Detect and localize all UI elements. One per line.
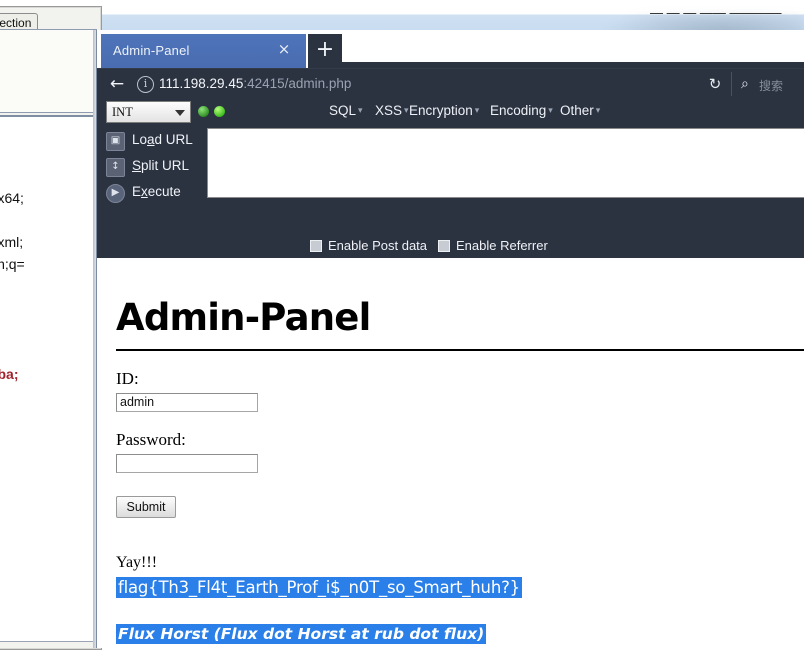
chevron-down-icon: ▾ — [404, 105, 409, 115]
bg-line: ncoded — [0, 297, 96, 319]
hackbar-menu-xss[interactable]: XSS ▾ — [375, 103, 409, 118]
chevron-down-icon: ▾ — [358, 105, 363, 115]
background-window-request-view[interactable]: Win64; x64; lication/xml; q=0.5,en;q= nc… — [0, 115, 97, 642]
checkbox-box[interactable] — [438, 240, 450, 252]
browser-tab-title: Admin-Panel — [113, 43, 190, 58]
password-input[interactable] — [116, 453, 258, 473]
hackbar-type-select-value: INT — [112, 105, 133, 119]
enable-post-data-label: Enable Post data — [328, 238, 428, 253]
hackbar-url-textarea[interactable] — [207, 128, 804, 198]
bg-line: Win64; x64; — [0, 190, 24, 206]
hackbar-checkbox-row: Enable Post data Enable Referrer — [97, 236, 804, 258]
background-window-panel — [0, 29, 97, 113]
background-window[interactable]: low redirection Win64; x64; lication/xml… — [0, 6, 102, 650]
page-title: Admin-Panel — [116, 296, 371, 339]
yay-text: Yay!!! — [116, 553, 158, 571]
split-url-button[interactable]: ↕ Split URL — [97, 154, 207, 180]
star-led-icon[interactable] — [214, 106, 225, 117]
hackbar-type-select[interactable]: INT — [106, 101, 191, 123]
search-box[interactable]: ⌕ 搜索 — [737, 74, 804, 95]
enable-referrer-label: Enable Referrer — [456, 238, 548, 253]
chevron-down-icon — [175, 110, 185, 116]
page-content: Admin-Panel ID: Password: Submit Yay!!! … — [116, 296, 804, 644]
execute-button[interactable]: ▶ Execute — [97, 180, 207, 206]
checkbox-box[interactable] — [310, 240, 322, 252]
address-bar[interactable]: 111.198.29.45:42415/admin.php — [159, 75, 719, 93]
hackbar-menu-other[interactable]: Other ▾ — [560, 103, 600, 118]
load-url-button[interactable]: ▣ Load URL — [97, 128, 207, 154]
close-icon[interactable]: × — [276, 41, 292, 57]
credit-text: Flux Horst (Flux dot Horst at rub dot fl… — [116, 623, 487, 644]
load-url-label: Load URL — [132, 132, 193, 147]
hackbar-menu-label: Other — [560, 103, 594, 118]
search-icon: ⌕ — [741, 76, 749, 92]
chevron-down-icon: ▾ — [474, 105, 480, 115]
minus-led-icon[interactable] — [198, 106, 209, 117]
execute-icon: ▶ — [106, 184, 125, 203]
browser-nav-bar: ← i 111.198.29.45:42415/admin.php ↻ ⌕ 搜索 — [97, 68, 804, 99]
hackbar-menu-label: Encoding — [490, 103, 547, 118]
hackbar-menu-encoding[interactable]: Encoding ▾ — [490, 103, 553, 118]
id-label: ID: — [116, 368, 139, 388]
browser-tab-admin-panel[interactable]: Admin-Panel × — [101, 34, 306, 68]
address-bar-host: 111.198.29.45 — [159, 76, 244, 91]
submit-button[interactable]: Submit — [116, 495, 176, 518]
bg-line-param: =1 — [0, 451, 96, 473]
title-divider — [116, 348, 804, 351]
hackbar-actions: ▣ Load URL ↕ Split URL ▶ Execute — [97, 128, 207, 228]
execute-label: Execute — [132, 184, 181, 199]
bg-line: lication/xml; — [0, 234, 24, 250]
info-icon[interactable]: i — [137, 76, 154, 93]
chevron-down-icon: ▾ — [548, 105, 553, 115]
nav-divider — [731, 72, 732, 96]
cut-off-window-title: — — — —— ———— — [650, 8, 782, 17]
bg-line: q=0.5,en;q= — [0, 256, 25, 272]
hackbar-menu-label: Encryption — [409, 103, 473, 118]
bg-line: php — [0, 341, 96, 363]
split-url-label: Split URL — [132, 158, 190, 173]
flag-text: flag{Th3_Fl4t_Earth_Prof_i$_n0T_so_Smart… — [116, 576, 522, 598]
page-viewport: Admin-Panel ID: Password: Submit Yay!!! … — [97, 258, 804, 648]
browser-window: Admin-Panel × + ← i 111.198.29.45:42415/… — [96, 30, 804, 648]
load-url-icon: ▣ — [106, 132, 125, 151]
hackbar-menu-label: XSS — [375, 103, 403, 118]
back-arrow-icon[interactable]: ← — [107, 74, 127, 94]
bg-line-cookie: bca797ba; — [0, 366, 19, 382]
new-tab-icon[interactable]: + — [308, 34, 342, 68]
browser-tab-bar: Admin-Panel × + — [97, 30, 804, 83]
hackbar-menu-row: INT SQL ▾ XSS ▾ Encryption ▾ Encoding ▾ Othe… — [97, 98, 804, 128]
split-url-icon: ↕ — [106, 158, 125, 177]
password-label: Password: — [116, 429, 186, 449]
reload-icon[interactable]: ↻ — [703, 75, 727, 94]
id-input[interactable] — [116, 392, 258, 412]
hackbar-menu-encryption[interactable]: Encryption ▾ — [409, 103, 479, 118]
chevron-down-icon: ▾ — [595, 105, 601, 115]
hackbar-menu-sql[interactable]: SQL ▾ — [329, 103, 363, 118]
hackbar-panel: INT SQL ▾ XSS ▾ Encryption ▾ Encoding ▾ Othe… — [97, 98, 804, 258]
background-window-tabstrip: low redirection — [0, 11, 101, 33]
address-bar-path: :42415/admin.php — [243, 76, 352, 91]
hackbar-menu-label: SQL — [329, 103, 357, 118]
search-input-placeholder[interactable]: 搜索 — [759, 77, 783, 94]
